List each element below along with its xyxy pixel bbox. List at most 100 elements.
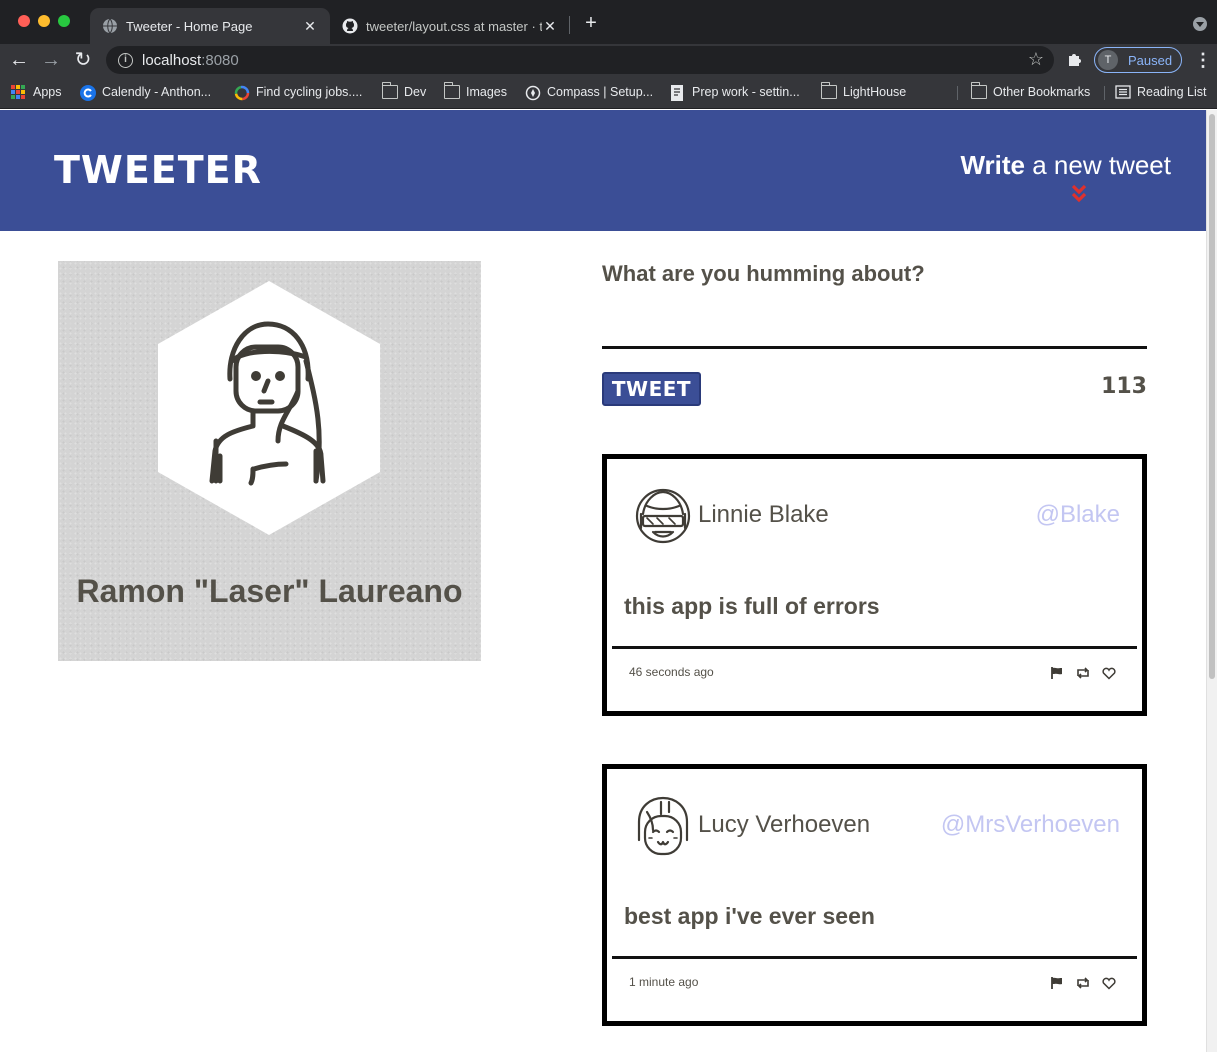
page-scrollbar[interactable]	[1206, 110, 1217, 1052]
maximize-window-button[interactable]	[58, 15, 70, 27]
retweet-icon[interactable]	[1075, 666, 1091, 680]
new-tweet-form: What are you humming about? Tweet 113	[602, 261, 1147, 406]
tweet-author-name: Linnie Blake	[698, 501, 829, 528]
bookmark-cycling-jobs[interactable]: Find cycling jobs....	[234, 83, 362, 101]
tweet-author-handle: @MrsVerhoeven	[940, 811, 1120, 838]
flag-icon[interactable]	[1049, 666, 1065, 680]
bookmarks-divider	[957, 86, 958, 100]
character-counter: 113	[1101, 374, 1147, 399]
tab-github-layout[interactable]: tweeter/layout.css at master · t ✕	[330, 8, 570, 44]
retweet-icon[interactable]	[1075, 976, 1091, 990]
apps-grid-icon	[11, 85, 27, 99]
bookmark-star-icon[interactable]: ☆	[1028, 49, 1044, 70]
brand-logo[interactable]: Tweeter	[54, 148, 262, 192]
bookmark-label: Dev	[404, 85, 427, 99]
profile-avatar: T	[1098, 50, 1118, 70]
tab-search-icon[interactable]	[1193, 17, 1207, 31]
bookmark-label: Calendly - Anthon...	[102, 85, 212, 99]
bookmark-label: Apps	[33, 85, 62, 99]
tweet-content: this app is full of errors	[624, 593, 880, 619]
folder-icon	[443, 82, 460, 99]
tab-divider	[569, 16, 570, 34]
bookmarks-divider	[1104, 86, 1105, 100]
bookmark-label: Compass | Setup...	[547, 85, 654, 99]
folder-icon	[820, 82, 837, 99]
bookmark-label: Images	[466, 85, 507, 99]
close-icon[interactable]: ✕	[302, 18, 318, 35]
bookmark-calendly[interactable]: Calendly - Anthon...	[80, 83, 211, 101]
bookmark-label: Reading List	[1137, 85, 1207, 99]
bookmark-folder-images[interactable]: Images	[443, 82, 507, 101]
github-icon	[342, 18, 358, 34]
folder-icon	[970, 82, 987, 99]
tweet-card: Lucy Verhoeven @MrsVerhoeven best app i'…	[602, 764, 1147, 1026]
bookmark-label: Prep work - settin...	[692, 85, 800, 99]
url-port: :8080	[201, 51, 239, 69]
bookmark-compass[interactable]: Compass | Setup...	[525, 83, 653, 101]
profile-name: Ramon "Laser" Laureano	[76, 573, 463, 609]
tweet-author-handle: @Blake	[1035, 501, 1120, 528]
tweet-divider	[612, 956, 1137, 959]
tab-tweeter-home[interactable]: Tweeter - Home Page ✕	[90, 8, 330, 44]
bookmark-label: Find cycling jobs....	[256, 85, 363, 99]
flag-icon[interactable]	[1049, 976, 1065, 990]
tweet-divider	[612, 646, 1137, 649]
user-profile-card: Ramon "Laser" Laureano	[58, 261, 481, 661]
url-host: localhost	[142, 51, 202, 69]
calendly-icon	[80, 85, 96, 101]
back-icon[interactable]: ←	[7, 48, 31, 72]
tweet-textarea[interactable]	[602, 301, 1147, 349]
tweet-submit-button[interactable]: Tweet	[602, 372, 701, 406]
compass-icon	[525, 85, 541, 101]
bookmark-label: Other Bookmarks	[993, 85, 1091, 99]
folder-icon	[381, 82, 398, 99]
heart-icon[interactable]	[1101, 666, 1117, 680]
double-chevron-down-icon[interactable]	[1071, 184, 1087, 206]
bookmark-prep-work[interactable]: Prep work - settin...	[670, 83, 800, 101]
bookmark-folder-lighthouse[interactable]: LightHouse	[820, 82, 907, 101]
write-new-tweet-link[interactable]: Write a new tweet	[960, 150, 1171, 181]
compose-rest-text: a new tweet	[1025, 150, 1171, 180]
reload-icon[interactable]: ↻	[71, 48, 95, 72]
close-window-button[interactable]	[18, 15, 30, 27]
browser-toolbar: ← → ↻ i localhost:8080 ☆ T Paused ⋮	[0, 44, 1217, 76]
tweet-content: best app i've ever seen	[624, 903, 875, 929]
page-viewport: Tweeter Write a new tweet	[0, 110, 1206, 1052]
user-avatar	[158, 281, 380, 535]
tweet-prompt-label: What are you humming about?	[602, 261, 925, 286]
rainbow-ring-icon	[234, 85, 250, 101]
bookmark-apps[interactable]: Apps	[11, 83, 62, 101]
kebab-menu-icon[interactable]: ⋮	[1194, 50, 1212, 70]
forward-icon[interactable]: →	[39, 48, 63, 72]
close-icon[interactable]: ✕	[542, 18, 558, 35]
bookmark-folder-other[interactable]: Other Bookmarks	[970, 82, 1091, 101]
tweet-card: Linnie Blake @Blake this app is full of …	[602, 454, 1147, 716]
profile-status: Paused	[1128, 52, 1173, 68]
bookmark-label: LightHouse	[843, 85, 907, 99]
scrollbar-thumb[interactable]	[1209, 114, 1215, 679]
compose-bold-text: Write	[960, 150, 1026, 180]
info-icon[interactable]: i	[118, 52, 133, 68]
bookmarks-bar: Apps Calendly - Anthon... Find cycling j…	[0, 76, 1217, 109]
tweet-timestamp: 46 seconds ago	[629, 665, 714, 679]
tweet-timestamp: 1 minute ago	[629, 975, 699, 989]
profile-button[interactable]: T Paused	[1094, 47, 1182, 73]
extensions-puzzle-icon[interactable]	[1066, 50, 1084, 68]
site-navbar: Tweeter Write a new tweet	[0, 110, 1206, 231]
tab-title: tweeter/layout.css at master · t	[366, 18, 542, 34]
new-tab-button[interactable]: +	[580, 12, 602, 34]
tweet-actions	[1049, 976, 1117, 990]
tab-title: Tweeter - Home Page	[126, 18, 253, 34]
minimize-window-button[interactable]	[38, 15, 50, 27]
bookmark-reading-list[interactable]: Reading List	[1115, 83, 1207, 101]
address-bar[interactable]: i localhost:8080 ☆	[106, 46, 1054, 74]
tweet-author-name: Lucy Verhoeven	[698, 811, 871, 838]
bookmark-folder-dev[interactable]: Dev	[381, 82, 427, 101]
browser-titlebar: Tweeter - Home Page ✕ tweeter/layout.css…	[0, 0, 1217, 44]
globe-icon	[102, 18, 118, 34]
tweet-avatar	[635, 488, 691, 544]
tweet-actions	[1049, 666, 1117, 680]
reading-list-icon	[1115, 85, 1131, 99]
heart-icon[interactable]	[1101, 976, 1117, 990]
document-icon	[670, 85, 686, 101]
